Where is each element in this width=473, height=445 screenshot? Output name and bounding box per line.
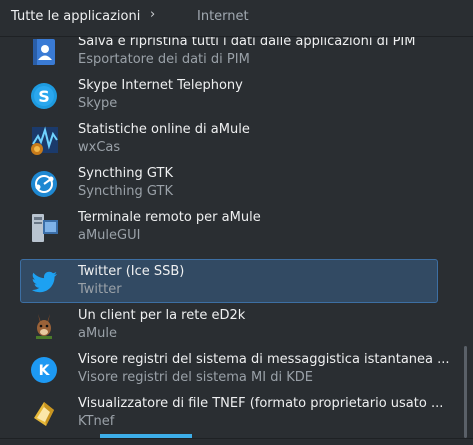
chevron-right-icon: › <box>150 7 156 22</box>
list-item-wxcas[interactable]: Statistiche online di aMule wxCas <box>20 117 438 161</box>
app-subtitle: Skype <box>78 96 118 111</box>
app-title: Skype Internet Telephony <box>78 78 243 93</box>
app-subtitle: wxCas <box>78 140 121 155</box>
app-title: Terminale remoto per aMule <box>78 210 261 225</box>
breadcrumb: Tutte le applicazioni › Internet <box>0 0 473 36</box>
app-subtitle: Twitter <box>78 282 122 297</box>
app-title: Syncthing GTK <box>78 166 173 181</box>
amule-icon <box>36 314 52 339</box>
breadcrumb-current-internet: Internet <box>197 9 249 24</box>
vertical-scrollbar[interactable] <box>464 346 467 438</box>
ktnef-icon <box>34 402 54 426</box>
amulegui-icon <box>32 214 58 242</box>
app-title: Visualizzatore di file TNEF (formato pro… <box>78 396 444 411</box>
app-subtitle: Syncthing GTK <box>78 184 173 199</box>
pim-export-icon <box>33 39 55 65</box>
app-subtitle: Esportatore dei dati di PIM <box>78 52 250 67</box>
app-title: Statistiche online di aMule <box>78 122 250 137</box>
kde-log-viewer-icon: K <box>31 357 57 383</box>
list-item-im-log-viewer[interactable]: K Visore registri del sistema di messagg… <box>20 347 450 391</box>
application-list: Salva e ripristina tutti i dati dalle ap… <box>0 37 473 445</box>
app-subtitle: KTnef <box>78 414 115 429</box>
syncthing-icon <box>31 171 57 197</box>
svg-text:K: K <box>39 363 51 379</box>
bottom-divider <box>0 438 473 439</box>
list-item-skype[interactable]: S Skype Internet Telephony Skype <box>20 73 438 117</box>
app-subtitle: Visore registri del sistema MI di KDE <box>78 370 313 385</box>
list-item-syncthing[interactable]: Syncthing GTK Syncthing GTK <box>20 161 438 205</box>
app-subtitle: aMuleGUI <box>78 228 141 243</box>
active-tab-indicator <box>100 434 192 438</box>
list-item-amule[interactable]: Un client per la rete eD2k aMule <box>20 303 438 347</box>
app-title: Un client per la rete eD2k <box>78 308 246 323</box>
app-subtitle: aMule <box>78 326 118 341</box>
twitter-icon <box>31 271 57 293</box>
list-item-pim-export[interactable]: Salva e ripristina tutti i dati dalle ap… <box>20 37 438 73</box>
list-item-twitter[interactable]: Twitter (Ice SSB) Twitter <box>20 259 438 303</box>
list-item-ktnef[interactable]: Visualizzatore di file TNEF (formato pro… <box>20 391 443 435</box>
app-title: Salva e ripristina tutti i dati dalle ap… <box>78 37 416 49</box>
list-item-amulegui[interactable]: Terminale remoto per aMule aMuleGUI <box>20 205 438 249</box>
app-title: Twitter (Ice SSB) <box>78 264 185 279</box>
skype-icon: S <box>31 83 57 109</box>
app-title: Visore registri del sistema di messaggis… <box>78 352 450 367</box>
breadcrumb-all-applications[interactable]: Tutte le applicazioni <box>11 9 140 24</box>
svg-text:S: S <box>38 87 50 106</box>
wxcas-icon <box>31 126 58 155</box>
